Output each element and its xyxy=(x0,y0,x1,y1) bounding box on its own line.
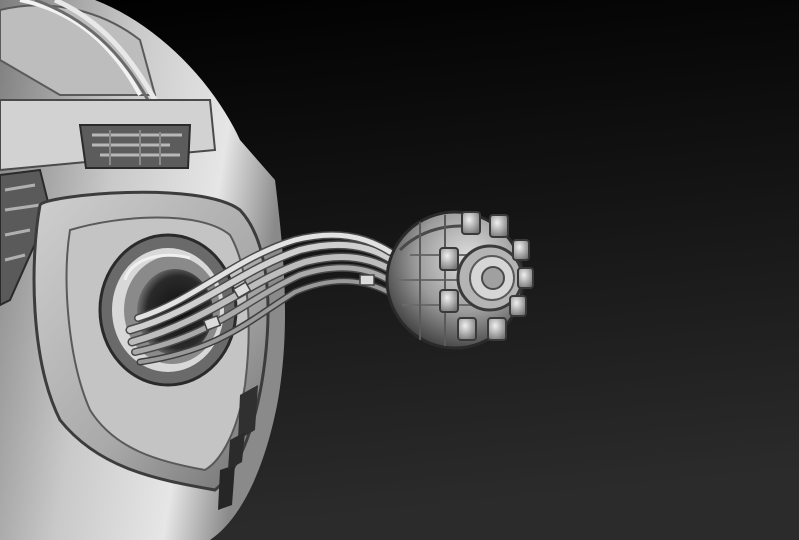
robot-render xyxy=(0,0,799,540)
render-viewport xyxy=(0,0,799,540)
